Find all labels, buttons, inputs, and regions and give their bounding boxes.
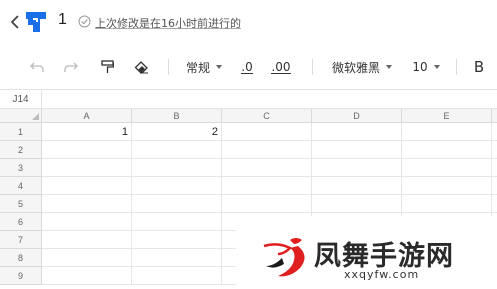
cell-c3[interactable]: [222, 159, 312, 177]
cell-e2[interactable]: [402, 141, 492, 159]
undo-button[interactable]: [26, 50, 48, 84]
saved-check-icon: [78, 15, 91, 28]
clear-format-button[interactable]: [130, 50, 152, 84]
cell-a9[interactable]: [42, 267, 132, 285]
app-logo-icon: [26, 12, 46, 32]
toolbar: 常规 .0 .00 微软雅黑 10 B: [0, 50, 497, 84]
column-header-d[interactable]: D: [312, 109, 402, 123]
column-header-b[interactable]: B: [132, 109, 222, 123]
bold-label: B: [473, 58, 485, 76]
number-format-label: 常规: [185, 60, 210, 75]
font-family-label: 微软雅黑: [331, 60, 380, 75]
cell-e3[interactable]: [402, 159, 492, 177]
row-header-4[interactable]: 4: [0, 177, 42, 195]
column-header-c[interactable]: C: [222, 109, 312, 123]
cell-a8[interactable]: [42, 249, 132, 267]
row-header-3[interactable]: 3: [0, 159, 42, 177]
eraser-icon: [134, 60, 148, 73]
back-chevron-icon[interactable]: [8, 12, 22, 32]
cell-f2[interactable]: [492, 141, 497, 159]
cell-d3[interactable]: [312, 159, 402, 177]
watermark: 凤舞手游网 xxqyfw.com: [236, 216, 497, 289]
redo-button[interactable]: [60, 50, 82, 84]
increase-decimal-label: .00: [271, 59, 291, 74]
chevron-down-icon: [386, 65, 392, 69]
cell-a6[interactable]: [42, 213, 132, 231]
select-all-corner[interactable]: [0, 109, 42, 123]
cell-b8[interactable]: [132, 249, 222, 267]
cell-f4[interactable]: [492, 177, 497, 195]
cell-c1[interactable]: [222, 123, 312, 141]
cell-c5[interactable]: [222, 195, 312, 213]
cell-a4[interactable]: [42, 177, 132, 195]
cell-b7[interactable]: [132, 231, 222, 249]
cell-b9[interactable]: [132, 267, 222, 285]
number-format-dropdown[interactable]: 常规: [182, 50, 226, 84]
cell-e5[interactable]: [402, 195, 492, 213]
cell-f5[interactable]: [492, 195, 497, 213]
column-header-a[interactable]: A: [42, 109, 132, 123]
font-size-dropdown[interactable]: 10: [408, 50, 444, 84]
cell-c2[interactable]: [222, 141, 312, 159]
cell-d5[interactable]: [312, 195, 402, 213]
cell-b3[interactable]: [132, 159, 222, 177]
column-header-f[interactable]: [492, 109, 497, 123]
cell-d1[interactable]: [312, 123, 402, 141]
font-family-dropdown[interactable]: 微软雅黑: [330, 50, 394, 84]
column-header-e[interactable]: E: [402, 109, 492, 123]
cell-d4[interactable]: [312, 177, 402, 195]
cell-f1[interactable]: [492, 123, 497, 141]
cell-a1[interactable]: 1: [42, 123, 132, 141]
phoenix-logo-icon: [263, 238, 305, 277]
format-painter-icon: [100, 60, 114, 73]
font-size-label: 10: [412, 60, 428, 74]
decrease-decimal-button[interactable]: .0: [236, 50, 258, 84]
row-header-1[interactable]: 1: [0, 123, 42, 141]
bold-button[interactable]: B: [468, 50, 490, 84]
cell-a7[interactable]: [42, 231, 132, 249]
format-painter-button[interactable]: [96, 50, 118, 84]
cell-d2[interactable]: [312, 141, 402, 159]
cell-a2[interactable]: [42, 141, 132, 159]
chevron-down-icon: [216, 65, 222, 69]
cell-a3[interactable]: [42, 159, 132, 177]
title-bar: 1 上次修改是在16小时前进行的: [0, 0, 497, 44]
row-header-8[interactable]: 8: [0, 249, 42, 267]
row-header-2[interactable]: 2: [0, 141, 42, 159]
cell-e1[interactable]: [402, 123, 492, 141]
cell-f3[interactable]: [492, 159, 497, 177]
chevron-down-icon: [433, 65, 440, 69]
redo-icon: [64, 62, 78, 72]
last-edit-link[interactable]: 上次修改是在16小时前进行的: [95, 15, 241, 31]
row-header-6[interactable]: 6: [0, 213, 42, 231]
row-header-7[interactable]: 7: [0, 231, 42, 249]
undo-icon: [30, 62, 44, 72]
row-header-9[interactable]: 9: [0, 267, 42, 285]
watermark-url: xxqyfw.com: [344, 268, 420, 281]
cell-b4[interactable]: [132, 177, 222, 195]
cell-a5[interactable]: [42, 195, 132, 213]
cell-e4[interactable]: [402, 177, 492, 195]
document-title[interactable]: 1: [58, 11, 67, 29]
row-header-5[interactable]: 5: [0, 195, 42, 213]
increase-decimal-button[interactable]: .00: [268, 50, 294, 84]
cell-b6[interactable]: [132, 213, 222, 231]
cell-c4[interactable]: [222, 177, 312, 195]
cell-reference[interactable]: J14: [0, 90, 42, 109]
decrease-decimal-label: .0: [241, 59, 253, 74]
formula-bar: J14: [0, 89, 497, 109]
cell-b2[interactable]: [132, 141, 222, 159]
cell-b1[interactable]: 2: [132, 123, 222, 141]
cell-b5[interactable]: [132, 195, 222, 213]
